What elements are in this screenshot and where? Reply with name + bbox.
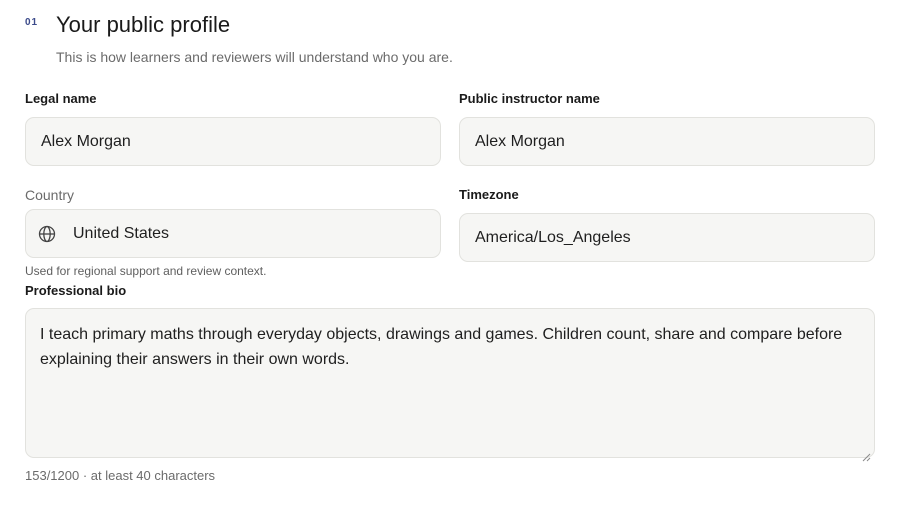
bio-character-counter: 153/1200 · at least 40 characters (25, 468, 216, 483)
profile-form-section: 01 Your public profile This is how learn… (0, 0, 900, 511)
bio-text: I teach primary maths through everyday o… (40, 326, 843, 368)
bio-textarea[interactable]: I teach primary maths through everyday o… (25, 308, 875, 462)
timezone-value: America/Los_Angeles (475, 228, 631, 246)
public-name-label: Public instructor name (459, 91, 600, 106)
country-hint: Used for regional support and review con… (25, 264, 267, 278)
bio-label: Professional bio (25, 283, 127, 298)
timezone-label: Timezone (459, 187, 519, 202)
resize-handle-icon[interactable] (862, 445, 871, 462)
section-step-number: 01 (25, 17, 39, 28)
legal-name-label: Legal name (25, 91, 97, 106)
legal-name-value: Alex Morgan (41, 132, 131, 150)
timezone-select[interactable]: America/Los_Angeles (459, 213, 875, 262)
section-title: Your public profile (56, 12, 231, 37)
country-label: Country (25, 187, 75, 203)
section-subtitle: This is how learners and reviewers will … (56, 49, 453, 65)
country-select[interactable]: United States (25, 209, 441, 258)
public-name-input[interactable]: Alex Morgan (459, 117, 875, 166)
globe-icon (38, 225, 56, 243)
country-value: United States (73, 224, 170, 242)
public-name-value: Alex Morgan (475, 132, 565, 150)
legal-name-input[interactable]: Alex Morgan (25, 117, 441, 166)
